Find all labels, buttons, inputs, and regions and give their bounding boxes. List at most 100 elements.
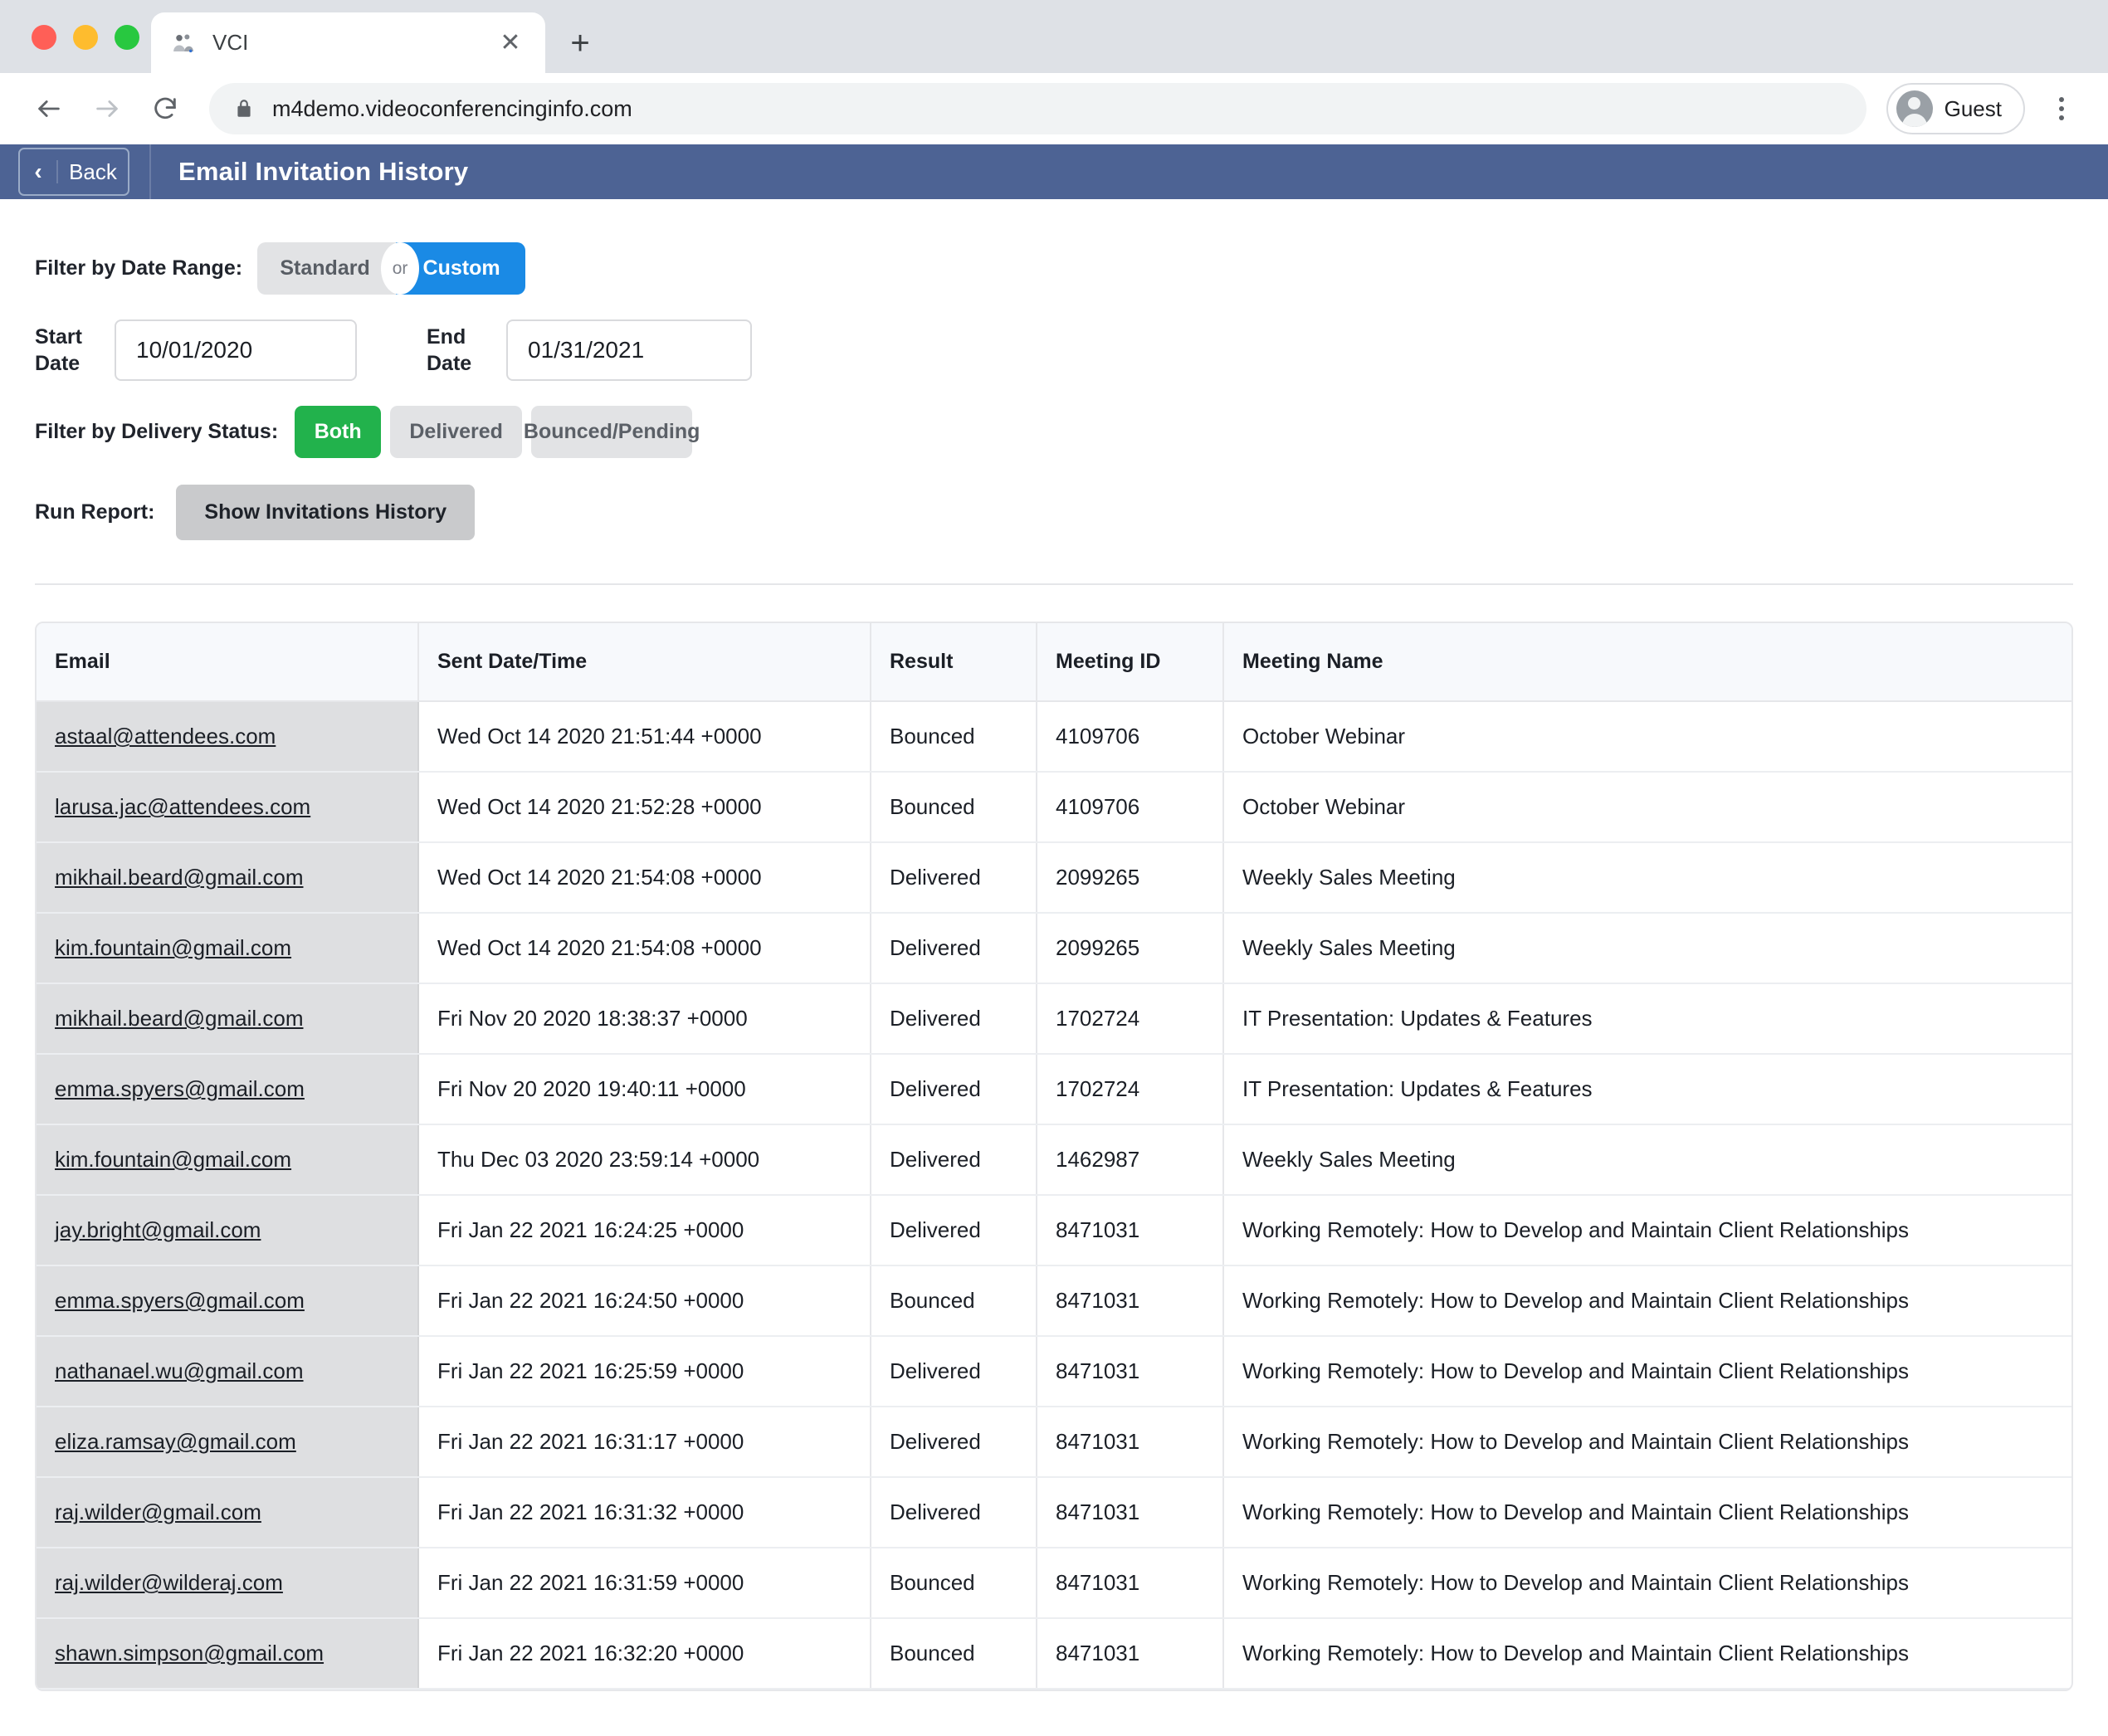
table-row: raj.wilder@wilderaj.com Fri Jan 22 2021 1… (37, 1548, 2071, 1619)
email-link[interactable]: kim.fountain@gmail.com (55, 1147, 291, 1172)
email-link[interactable]: emma.spyers@gmail.com (55, 1076, 305, 1101)
cell-result: Bounced (871, 1265, 1037, 1337)
end-date-label: End Date (427, 325, 472, 375)
cell-sent-date: Fri Jan 22 2021 16:24:25 +0000 (418, 1195, 871, 1266)
email-link[interactable]: raj.wilder@wilderaj.com (55, 1570, 283, 1595)
lock-icon (231, 98, 257, 119)
table-header: Email Sent Date/Time Result Meeting ID M… (37, 623, 2071, 702)
cell-result: Bounced (871, 1618, 1037, 1690)
kebab-menu-icon[interactable] (2038, 83, 2085, 134)
run-report-row: Run Report: Show Invitations History (35, 485, 2073, 540)
end-date-input[interactable] (506, 319, 752, 381)
cell-email: kim.fountain@gmail.com (37, 1124, 419, 1196)
cell-meeting-id: 8471031 (1037, 1548, 1224, 1619)
column-header-meeting-id[interactable]: Meeting ID (1037, 623, 1224, 702)
date-range-standard-button[interactable]: Standard (257, 242, 397, 295)
start-date-label: Start Date (35, 325, 82, 375)
close-icon[interactable]: ✕ (494, 27, 527, 60)
arrow-left-icon[interactable] (23, 83, 75, 134)
email-link[interactable]: emma.spyers@gmail.com (55, 1288, 305, 1313)
cell-meeting-name: Working Remotely: How to Develop and Mai… (1223, 1407, 2071, 1478)
cell-email: emma.spyers@gmail.com (37, 1265, 419, 1337)
cell-email: eliza.ramsay@gmail.com (37, 1407, 419, 1478)
date-range-segmented-control: Standard or Custom (257, 242, 526, 295)
table-row: jay.bright@gmail.com Fri Jan 22 2021 16:2… (37, 1195, 2071, 1266)
cell-email: nathanael.wu@gmail.com (37, 1336, 419, 1407)
tab-strip: VCI ✕ + (0, 0, 2108, 73)
cell-meeting-id: 1462987 (1037, 1124, 1224, 1196)
segment-or-label: or (381, 242, 420, 295)
cell-sent-date: Fri Nov 20 2020 18:38:37 +0000 (418, 983, 871, 1055)
cell-email: raj.wilder@gmail.com (37, 1477, 419, 1548)
reload-icon[interactable] (139, 83, 191, 134)
cell-result: Bounced (871, 1548, 1037, 1619)
browser-tab[interactable]: VCI ✕ (151, 12, 545, 73)
email-link[interactable]: mikhail.beard@gmail.com (55, 865, 304, 890)
email-link[interactable]: raj.wilder@gmail.com (55, 1499, 261, 1524)
back-button[interactable]: ‹ Back (18, 148, 129, 196)
cell-meeting-name: October Webinar (1223, 701, 2071, 773)
column-header-email[interactable]: Email (37, 623, 419, 702)
chevron-left-icon: ‹ (20, 160, 58, 183)
cell-meeting-name: October Webinar (1223, 772, 2071, 843)
table-row: larusa.jac@attendees.com Wed Oct 14 2020 … (37, 772, 2071, 843)
email-link[interactable]: mikhail.beard@gmail.com (55, 1006, 304, 1031)
page-content: Filter by Date Range: Standard or Custom… (0, 242, 2108, 1691)
cell-sent-date: Wed Oct 14 2020 21:54:08 +0000 (418, 842, 871, 914)
cell-email: jay.bright@gmail.com (37, 1195, 419, 1266)
cell-sent-date: Wed Oct 14 2020 21:51:44 +0000 (418, 701, 871, 773)
cell-email: mikhail.beard@gmail.com (37, 842, 419, 914)
cell-meeting-name: IT Presentation: Updates & Features (1223, 1054, 2071, 1125)
browser-chrome: VCI ✕ + m4demo.videoconferencinginfo.com… (0, 0, 2108, 144)
status-both-button[interactable]: Both (295, 406, 382, 458)
email-link[interactable]: shawn.simpson@gmail.com (55, 1641, 324, 1665)
column-header-sent-date[interactable]: Sent Date/Time (418, 623, 871, 702)
table-header-row: Email Sent Date/Time Result Meeting ID M… (37, 623, 2071, 702)
cell-meeting-name: Working Remotely: How to Develop and Mai… (1223, 1195, 2071, 1266)
status-delivered-button[interactable]: Delivered (390, 406, 523, 458)
email-link[interactable]: kim.fountain@gmail.com (55, 935, 291, 960)
cell-sent-date: Wed Oct 14 2020 21:52:28 +0000 (418, 772, 871, 843)
cell-meeting-id: 8471031 (1037, 1195, 1224, 1266)
cell-meeting-name: Weekly Sales Meeting (1223, 913, 2071, 984)
address-bar[interactable]: m4demo.videoconferencinginfo.com (209, 83, 1866, 134)
delivery-status-filter-row: Filter by Delivery Status: Both Delivere… (35, 406, 2073, 458)
minimize-window-button[interactable] (73, 25, 98, 50)
table-row: shawn.simpson@gmail.com Fri Jan 22 2021 1… (37, 1618, 2071, 1690)
cell-sent-date: Fri Jan 22 2021 16:25:59 +0000 (418, 1336, 871, 1407)
cell-sent-date: Fri Jan 22 2021 16:31:32 +0000 (418, 1477, 871, 1548)
start-date-input[interactable] (115, 319, 357, 381)
profile-button[interactable]: Guest (1886, 83, 2025, 134)
cell-meeting-name: Working Remotely: How to Develop and Mai… (1223, 1265, 2071, 1337)
column-header-meeting-name[interactable]: Meeting Name (1223, 623, 2071, 702)
email-link[interactable]: jay.bright@gmail.com (55, 1217, 261, 1242)
table-body: astaal@attendees.com Wed Oct 14 2020 21:5… (37, 701, 2071, 1690)
table-row: kim.fountain@gmail.com Thu Dec 03 2020 23… (37, 1124, 2071, 1196)
window-controls[interactable] (32, 25, 139, 50)
email-link[interactable]: astaal@attendees.com (55, 724, 276, 749)
maximize-window-button[interactable] (115, 25, 139, 50)
cell-email: raj.wilder@wilderaj.com (37, 1548, 419, 1619)
cell-meeting-id: 4109706 (1037, 701, 1224, 773)
address-bar-url: m4demo.videoconferencinginfo.com (272, 95, 632, 121)
column-header-result[interactable]: Result (871, 623, 1037, 702)
email-link[interactable]: larusa.jac@attendees.com (55, 794, 310, 819)
run-report-label: Run Report: (35, 500, 155, 524)
date-range-label: Filter by Date Range: (35, 256, 243, 280)
show-invitations-history-button[interactable]: Show Invitations History (176, 485, 476, 540)
cell-sent-date: Thu Dec 03 2020 23:59:14 +0000 (418, 1124, 871, 1196)
email-link[interactable]: eliza.ramsay@gmail.com (55, 1429, 296, 1454)
arrow-right-icon[interactable] (81, 83, 133, 134)
close-window-button[interactable] (32, 25, 56, 50)
email-link[interactable]: nathanael.wu@gmail.com (55, 1358, 304, 1383)
plus-icon[interactable]: + (557, 20, 603, 66)
status-bounced-pending-button[interactable]: Bounced/Pending (524, 406, 700, 458)
delivery-status-label: Filter by Delivery Status: (35, 420, 279, 443)
table-row: eliza.ramsay@gmail.com Fri Jan 22 2021 16… (37, 1407, 2071, 1478)
cell-email: astaal@attendees.com (37, 701, 419, 773)
cell-email: shawn.simpson@gmail.com (37, 1618, 419, 1690)
table-row: mikhail.beard@gmail.com Fri Nov 20 2020 1… (37, 983, 2071, 1055)
cell-meeting-name: Weekly Sales Meeting (1223, 1124, 2071, 1196)
cell-sent-date: Wed Oct 14 2020 21:54:08 +0000 (418, 913, 871, 984)
back-button-label: Back (69, 158, 117, 184)
